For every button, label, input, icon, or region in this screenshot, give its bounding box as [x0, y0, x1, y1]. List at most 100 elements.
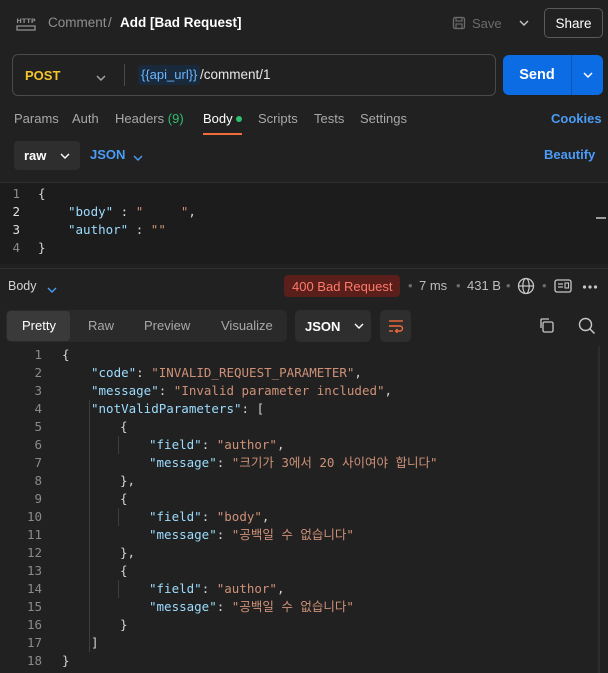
chevron-down-icon — [354, 323, 364, 329]
code-line: 2 "code": "INVALID_REQUEST_PARAMETER", — [0, 364, 608, 382]
body-active-dot — [236, 116, 242, 122]
code-line: 14 "field": "author", — [0, 580, 608, 598]
pane-divider[interactable] — [0, 268, 608, 269]
line-number: 1 — [12, 186, 20, 201]
chevron-down-icon — [582, 72, 593, 78]
separator-dot: • — [408, 278, 413, 293]
line-number: 9 — [34, 491, 42, 506]
separator-dot: • — [506, 278, 511, 293]
request-title[interactable]: Add [Bad Request] — [120, 15, 242, 30]
code-line: 7 "message": "크기가 3에서 20 사이여야 합니다" — [0, 454, 608, 472]
response-section-label[interactable]: Body — [8, 279, 37, 293]
code-token: "공백일 수 없습니다" — [231, 599, 354, 614]
line-number: 3 — [12, 222, 20, 237]
wrap-lines-button[interactable] — [380, 310, 411, 342]
method-select[interactable]: POST — [25, 68, 60, 83]
tab-params[interactable]: Params — [14, 111, 59, 126]
code-token: } — [38, 240, 46, 255]
code-line: 10 "field": "body", — [0, 508, 608, 526]
more-options-icon[interactable] — [582, 280, 598, 295]
view-tab-pretty[interactable]: Pretty — [22, 318, 56, 333]
code-token: "field" — [149, 581, 202, 596]
separator-dot: • — [542, 278, 547, 293]
tab-body[interactable]: Body — [203, 111, 233, 126]
response-scrollbar[interactable] — [598, 346, 600, 673]
line-number: 6 — [34, 437, 42, 452]
response-body-viewer[interactable]: 1{ 2 "code": "INVALID_REQUEST_PARAMETER",… — [0, 346, 608, 670]
share-button[interactable]: Share — [544, 8, 603, 38]
cookies-link[interactable]: Cookies — [551, 111, 602, 126]
code-token: "body" — [216, 509, 262, 524]
tab-headers[interactable]: Headers (9) — [115, 111, 184, 126]
chevron-down-icon[interactable] — [133, 149, 143, 164]
line-number: 10 — [26, 509, 42, 524]
body-language-select[interactable]: JSON — [90, 147, 125, 162]
code-line: 1{ — [0, 346, 608, 364]
response-size[interactable]: 431 B — [467, 278, 501, 293]
line-number: 5 — [34, 419, 42, 434]
svg-text:HTTP: HTTP — [16, 17, 35, 25]
save-button[interactable]: Save — [452, 11, 510, 35]
send-options-button[interactable] — [572, 55, 603, 95]
active-tab-indicator — [203, 133, 242, 135]
code-line: 15 "message": "공백일 수 없습니다" — [0, 598, 608, 616]
response-time[interactable]: 7 ms — [419, 278, 447, 293]
code-token: { — [38, 186, 46, 201]
save-icon — [452, 16, 466, 30]
tab-auth[interactable]: Auth — [72, 111, 99, 126]
search-icon[interactable] — [578, 317, 596, 338]
code-line: 6 "field": "author", — [0, 436, 608, 454]
code-token: "notValidParameters" — [91, 401, 242, 416]
line-number: 1 — [34, 347, 42, 362]
save-options-button[interactable] — [512, 11, 536, 35]
code-token: : — [113, 204, 136, 219]
wrap-icon — [388, 320, 403, 333]
send-button[interactable]: Send — [503, 55, 571, 95]
code-token: "INVALID_REQUEST_PARAMETER" — [151, 365, 355, 380]
save-example-icon[interactable] — [554, 279, 572, 296]
code-line: 3 "message": "Invalid parameter included"… — [0, 382, 608, 400]
view-tab-raw[interactable]: Raw — [88, 318, 114, 333]
code-token: "message" — [149, 599, 217, 614]
code-token: "code" — [91, 365, 137, 380]
code-token: "크기가 3에서 20 사이여야 합니다" — [231, 455, 438, 470]
code-token: "field" — [149, 509, 202, 524]
tab-settings[interactable]: Settings — [360, 111, 407, 126]
editor-scroll-marker — [596, 217, 606, 219]
code-token: "author" — [216, 437, 277, 452]
copy-icon[interactable] — [538, 317, 555, 337]
beautify-button[interactable]: Beautify — [544, 147, 595, 162]
code-line: 1{ — [0, 185, 196, 203]
view-tab-preview[interactable]: Preview — [144, 318, 190, 333]
save-label: Save — [472, 15, 502, 31]
separator-dot: • — [456, 278, 461, 293]
tab-tests[interactable]: Tests — [314, 111, 344, 126]
line-number: 3 — [34, 383, 42, 398]
code-line: 9{ — [0, 490, 608, 508]
breadcrumb-separator: / — [108, 15, 112, 30]
chevron-down-icon — [519, 20, 529, 26]
body-mode-select[interactable]: raw — [14, 141, 80, 170]
http-icon: HTTP — [16, 12, 36, 32]
url-variable[interactable]: {{api_url}} — [138, 65, 201, 85]
url-input[interactable]: /comment/1 — [200, 67, 271, 82]
chevron-down-icon[interactable] — [47, 281, 57, 296]
headers-count: (9) — [167, 111, 184, 126]
line-number: 15 — [26, 599, 42, 614]
request-body-editor[interactable]: 1{ 2 "body" : " ", 3 "author" : "" 4} — [0, 182, 608, 264]
code-line: 18} — [0, 652, 608, 670]
line-number: 7 — [34, 455, 42, 470]
line-number: 13 — [26, 563, 42, 578]
globe-icon[interactable] — [517, 277, 535, 298]
view-tab-visualize[interactable]: Visualize — [221, 318, 273, 333]
response-format-select[interactable]: JSON — [295, 310, 371, 342]
url-divider — [124, 64, 125, 86]
status-badge[interactable]: 400 Bad Request — [284, 275, 401, 297]
code-line: 17] — [0, 634, 608, 652]
chevron-down-icon[interactable] — [96, 69, 106, 84]
code-token: "body" — [68, 204, 114, 219]
tab-scripts[interactable]: Scripts — [258, 111, 298, 126]
code-token: : — [128, 222, 151, 237]
breadcrumb-collection[interactable]: Comment — [48, 15, 107, 30]
code-token: "author" — [68, 222, 129, 237]
